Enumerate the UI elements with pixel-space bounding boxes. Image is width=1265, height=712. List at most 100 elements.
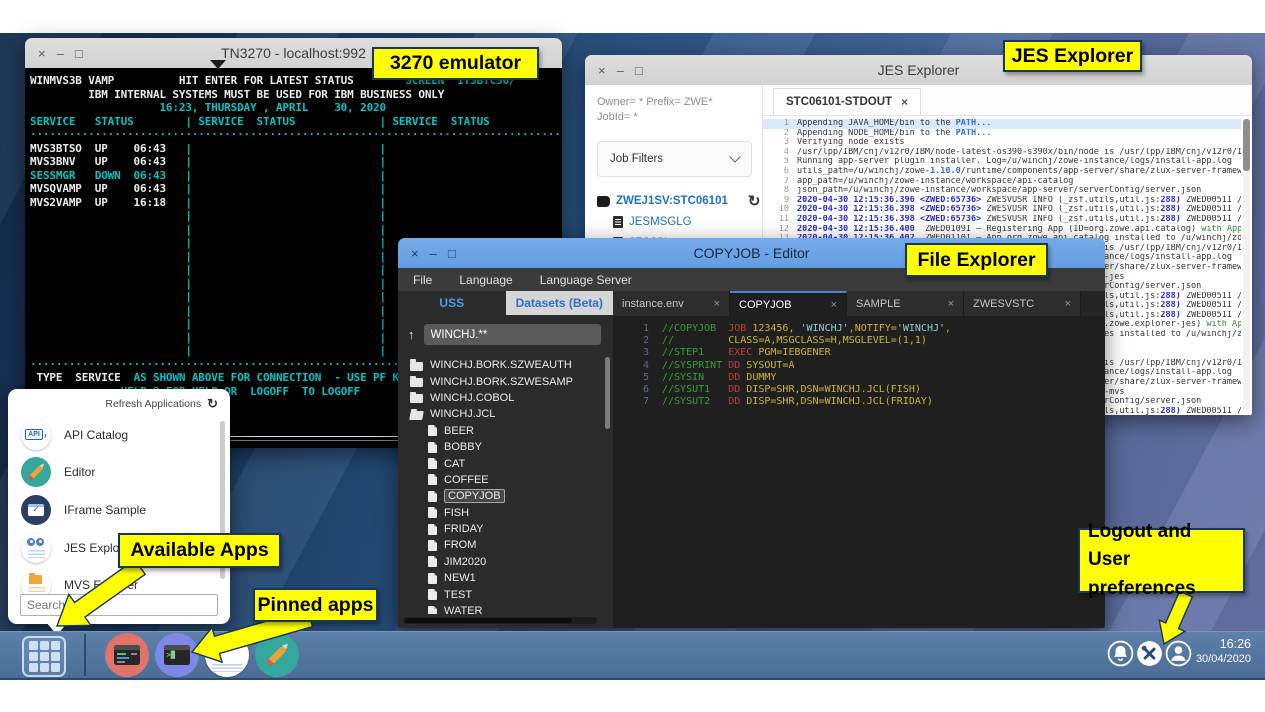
app-list-item[interactable]: Editor (8, 454, 230, 492)
app-list-item[interactable]: IFrame Sample (8, 491, 230, 529)
panel-hscrollbar[interactable] (403, 617, 597, 624)
search-input[interactable] (20, 594, 218, 616)
menu-item[interactable]: File (413, 273, 432, 287)
editor-tab[interactable]: instance.env× (613, 291, 730, 316)
app-label: Editor (64, 465, 95, 479)
terminal-line: SESSMGR DOWN 06:43 | | (30, 169, 562, 183)
dataset-member-item[interactable]: BEER (402, 423, 601, 439)
user-profile-icon[interactable] (1165, 640, 1192, 667)
refresh-applications-label[interactable]: Refresh Applications (105, 398, 201, 410)
pencil-icon (29, 465, 44, 480)
log-line: 4/usr/lpp/IBM/cnj/v12r0/IBM/node-latest-… (763, 148, 1241, 158)
dataset-member-item[interactable]: NEW1 (402, 570, 601, 586)
dataset-label: FISH (444, 507, 469, 519)
pinned-app[interactable] (253, 633, 300, 677)
refresh-icon[interactable]: ↻ (207, 396, 218, 412)
jes-explorer-icon (21, 533, 51, 563)
close-tab-icon[interactable]: × (831, 299, 837, 311)
dataset-folder-item[interactable]: WINCHJ.BORK.SZWEAUTH (402, 357, 601, 373)
code-editor[interactable]: 1//COPYJOB JOB 123456, 'WINCHJ',NOTIFY='… (613, 316, 1105, 628)
code-line: 4//SYSPRINT DD SYSOUT=A (613, 360, 1105, 372)
jes-titlebar[interactable]: × – □ JES Explorer (585, 55, 1252, 85)
file-icon (428, 507, 437, 518)
close-tab-icon[interactable]: × (948, 298, 954, 310)
close-tab-icon[interactable]: × (1065, 298, 1071, 310)
close-tab-icon[interactable]: × (714, 298, 720, 310)
job-filters-dropdown[interactable]: Job Filters (597, 141, 752, 177)
editor-tab[interactable]: ZWESVSTC× (964, 291, 1081, 316)
code-line-number: 6 (613, 384, 662, 396)
up-directory-icon[interactable]: ↑ (408, 327, 415, 342)
jes-scrollbar-thumb[interactable] (1243, 119, 1250, 171)
dataset-folder-item[interactable]: WINCHJ.COBOL (402, 390, 601, 406)
log-line-number: 11 (763, 215, 797, 225)
editor-side-panel: USS Datasets (Beta) ↑ WINCHJ.BORK.SZWEAU… (398, 291, 613, 628)
dataset-member-item[interactable]: BOBBY (402, 439, 601, 455)
job-icon (597, 196, 610, 207)
jes-output-tab[interactable]: STC06101-STDOUT × (773, 88, 921, 115)
code-line-number: 4 (613, 360, 662, 372)
dataset-filter-input[interactable] (424, 324, 602, 345)
notifications-bell-icon[interactable] (1107, 640, 1134, 667)
pinned-app[interactable] (153, 633, 200, 677)
settings-tools-icon[interactable] (1136, 640, 1163, 667)
log-line: 5Running app-server plugin installer. Lo… (763, 157, 1241, 167)
iframe-sample-icon (21, 495, 51, 525)
code-line-number: 5 (613, 372, 662, 384)
log-line-number: 2 (763, 129, 797, 139)
dataset-folder-item[interactable]: WINCHJ.BORK.SZWESAMP (402, 373, 601, 389)
jes-spool-file[interactable]: JESMSGLG (597, 212, 752, 233)
pencil-icon (266, 645, 286, 665)
pinned-jes-icon (205, 633, 249, 677)
editor-tab[interactable]: COPYJOB× (730, 291, 847, 316)
dataset-member-item[interactable]: CAT (402, 455, 601, 471)
dataset-member-item[interactable]: FRIDAY (402, 521, 601, 537)
jes-scrollbar[interactable] (1243, 119, 1250, 410)
log-line: 6utils_path=/u/winchj/zowe-1.10.0/runtim… (763, 167, 1241, 177)
log-line: 8json_path=/u/winchj/zowe-instance/works… (763, 186, 1241, 196)
dataset-label: JIM2020 (444, 556, 486, 568)
editor-main: instance.env×COPYJOB×SAMPLE×ZWESVSTC× 1/… (613, 291, 1105, 628)
app-launcher-button[interactable] (22, 636, 66, 677)
dataset-member-item[interactable]: TEST (402, 586, 601, 602)
tab-uss[interactable]: USS (398, 291, 506, 315)
titlebar-caret-icon (210, 60, 226, 69)
editor-tab[interactable]: SAMPLE× (847, 291, 964, 316)
log-line-number: 12 (763, 225, 797, 235)
clock-time: 16:26 (1196, 637, 1251, 652)
dataset-member-item[interactable]: JIM2020 (402, 554, 601, 570)
dataset-label: WATER (444, 605, 483, 614)
pinned-app[interactable] (203, 633, 250, 677)
dataset-member-item[interactable]: FISH (402, 505, 601, 521)
dataset-member-item[interactable]: WATER (402, 603, 601, 614)
jes-filter-summary: Owner= * Prefix= ZWE* JobId= * (597, 95, 747, 125)
refresh-icon[interactable]: ↻ (748, 192, 761, 210)
menu-item[interactable]: Language Server (540, 273, 632, 287)
tab-datasets[interactable]: Datasets (Beta) (506, 291, 614, 315)
panel-hscrollbar-thumb[interactable] (405, 618, 572, 623)
log-line: 102020-04-30 12:15:36.398 <ZWED:65736> Z… (763, 205, 1241, 215)
jes-job-node[interactable]: ZWEJ1SV:STC06101↻ (597, 191, 752, 212)
menu-item[interactable]: Language (459, 273, 512, 287)
close-tab-icon[interactable]: × (901, 95, 908, 109)
file-icon (428, 589, 437, 600)
app-list-item[interactable]: API›API Catalog (8, 416, 230, 454)
code-line: 7//SYSUT2 DD DISP=SHR,DSN=WINCHJ.JCL(FRI… (613, 396, 1105, 408)
dataset-label: NEW1 (444, 572, 476, 584)
terminal-line: 16:23, THURSDAY , APRIL 30, 2020 (30, 101, 562, 115)
taskbar-divider (84, 634, 86, 676)
pinned-terminal-icon (155, 633, 199, 677)
dataset-folder-item[interactable]: WINCHJ.JCL (402, 406, 601, 422)
dataset-member-item[interactable]: COPYJOB (402, 488, 601, 504)
dataset-label: FROM (444, 539, 476, 551)
pinned-app[interactable] (103, 633, 150, 677)
folder-icon (410, 378, 423, 387)
code-line: 3//STEP1 EXEC PGM=IEBGENER (613, 347, 1105, 359)
dataset-member-item[interactable]: FROM (402, 537, 601, 553)
dataset-member-item[interactable]: COFFEE (402, 472, 601, 488)
panel-scrollbar-thumb[interactable] (605, 357, 610, 429)
terminal-line: MVS2VAMP UP 16:18 | | (30, 196, 562, 210)
code-line-number: 3 (613, 347, 662, 359)
dataset-label: COPYJOB (444, 489, 505, 503)
code-line: 1//COPYJOB JOB 123456, 'WINCHJ',NOTIFY='… (613, 323, 1105, 335)
